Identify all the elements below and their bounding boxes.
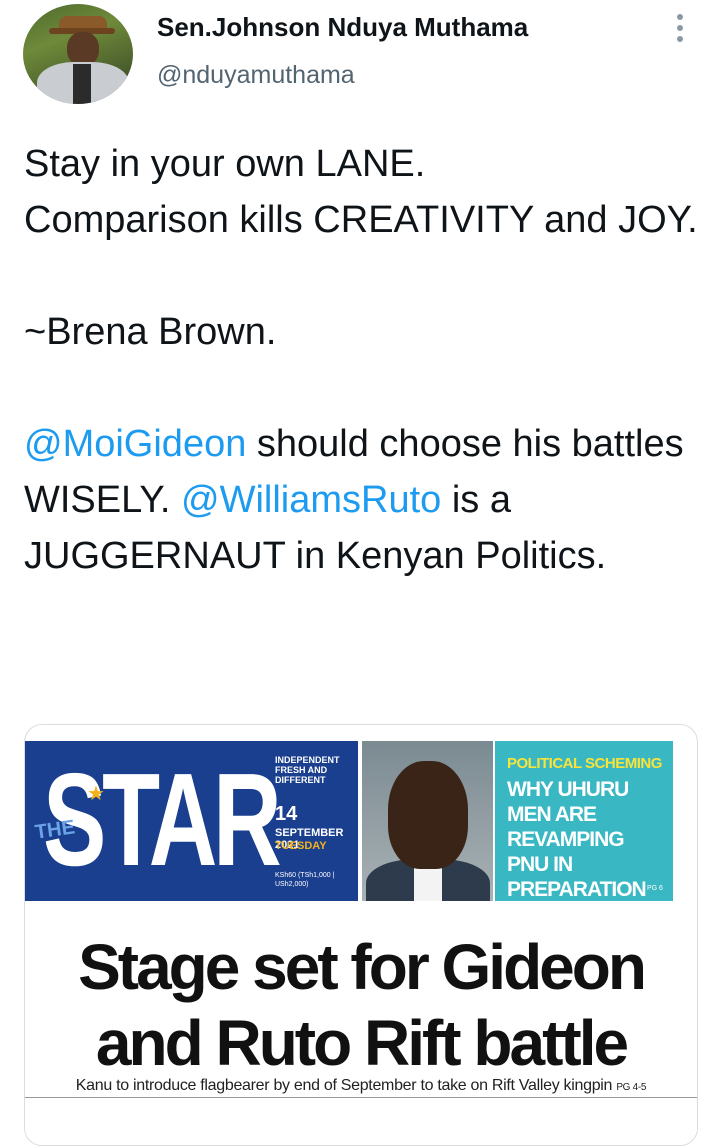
avatar-shirt: [73, 64, 91, 104]
side-story-kicker: POLITICAL SCHEMING: [507, 755, 662, 772]
tweet-text: Stay in your own LANE. Comparison kills …: [24, 136, 704, 584]
newspaper-headline: Stage set for Gideon and Ruto Rift battl…: [78, 931, 647, 1079]
newspaper-weekday: TUESDAY: [275, 840, 327, 852]
newspaper-dek-text: Kanu to introduce flagbearer by end of S…: [75, 1077, 613, 1094]
avatar-face: [67, 32, 99, 66]
author-name[interactable]: Sen.Johnson Nduya Muthama: [157, 12, 528, 43]
side-story-page: PG 6: [647, 885, 663, 892]
more-options-icon[interactable]: [668, 14, 692, 44]
side-story-headline: WHY UHURU MEN ARE REVAMPING PNU IN PREPA…: [507, 778, 647, 951]
author-handle[interactable]: @nduyamuthama: [157, 61, 355, 90]
newspaper-dek-page: PG 4-5: [616, 1082, 647, 1093]
politician-photo: [362, 741, 493, 901]
newspaper-dek: Kanu to introduce flagbearer by end of S…: [25, 1077, 697, 1095]
mention-williamsruto[interactable]: @WilliamsRuto: [181, 479, 441, 521]
newspaper-day: 14: [275, 803, 298, 825]
divider: [25, 1097, 697, 1098]
avatar[interactable]: [23, 4, 133, 104]
media-card[interactable]: STAR THE ★ INDEPENDENT FRESH AND DIFFERE…: [24, 724, 698, 1146]
tweet-line-1: Stay in your own LANE.: [24, 143, 426, 185]
tweet-line-2: Comparison kills CREATIVITY and JOY.: [24, 199, 698, 241]
tweet-paragraph-3: @MoiGideon should choose his battles WIS…: [24, 416, 704, 584]
newspaper-logo: STAR: [43, 746, 282, 893]
newspaper-image[interactable]: STAR THE ★ INDEPENDENT FRESH AND DIFFERE…: [25, 741, 697, 1145]
side-story-panel: POLITICAL SCHEMING WHY UHURU MEN ARE REV…: [495, 741, 673, 951]
mention-moigideon[interactable]: @MoiGideon: [24, 423, 246, 465]
star-icon: ★: [87, 783, 105, 805]
newspaper-tagline: INDEPENDENT FRESH AND DIFFERENT: [275, 755, 340, 785]
newspaper-masthead: STAR THE ★ INDEPENDENT FRESH AND DIFFERE…: [25, 741, 358, 901]
tweet-attribution: ~Brena Brown.: [24, 311, 277, 353]
newspaper-price: KSh60 (TSh1,000 | USh2,000): [275, 872, 335, 888]
